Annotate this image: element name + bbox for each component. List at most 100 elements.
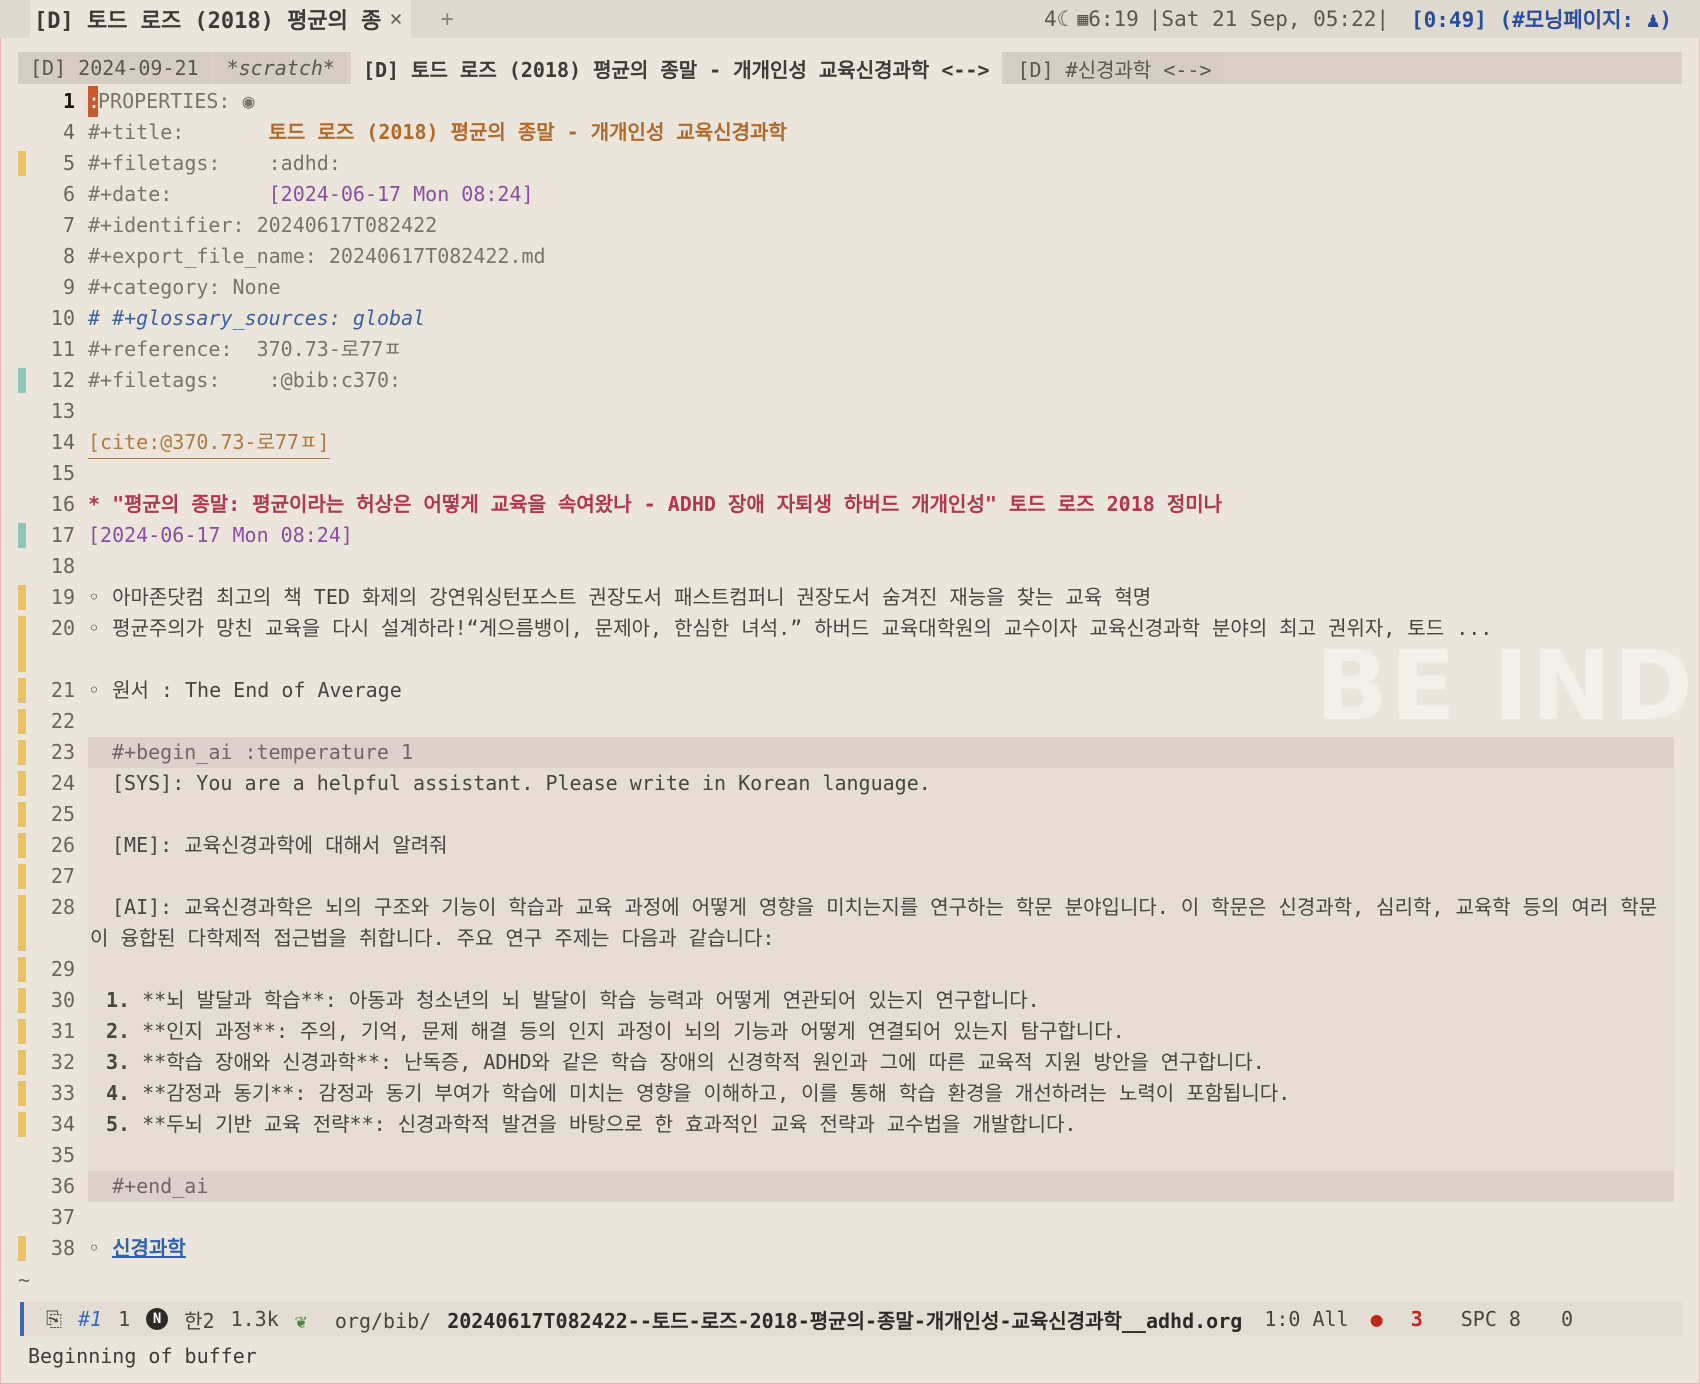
org-heading[interactable]: * "평균의 종말: 평균이라는 허상은 어떻게 교육을 속여왔나 - ADHD… (88, 489, 1222, 520)
end-ai-block: #+end_ai (112, 1174, 209, 1198)
filetags-line: #+filetags: :adhd: (88, 151, 341, 175)
workspace-tab-title: [D] 토드 로즈 (2018) 평균의 종 (34, 9, 382, 34)
editor-line: 8 #+export_file_name: 20240617T082422.md (0, 241, 1700, 272)
editor-line: 23 #+begin_ai :temperature 1 (0, 737, 1700, 768)
system-prompt: [SYS]: You are a helpful assistant. Plea… (112, 771, 931, 795)
line-number: 11 (50, 337, 75, 361)
editor-line: 18 (0, 551, 1700, 582)
editor-buffer[interactable]: 1 :PROPERTIES: ◉ 4 #+title: 토드 로즈 (2018)… (0, 86, 1700, 1264)
list-item: ◦ 아마존닷컴 최고의 책 TED 화제의 강연워싱턴포스트 권장도서 패스트컴… (88, 585, 1152, 609)
editor-line: 31 2. **인지 과정**: 주의, 기억, 문제 해결 등의 인지 과정이… (0, 1016, 1700, 1047)
bookmark-icon: ⎘ (46, 1307, 62, 1331)
git-gutter-marker (18, 802, 26, 827)
git-gutter-marker (18, 368, 26, 393)
file-path[interactable]: ❦ org/bib/20240617T082422--토드-로즈-2018-평균… (295, 1305, 1243, 1334)
editor-line: 10 # #+glossary_sources: global (0, 303, 1700, 334)
line-number: 19 (50, 585, 75, 609)
numbered-item: 4. **감정과 동기**: 감정과 동기 부여가 학습에 미치는 영향을 이해… (106, 1078, 1290, 1109)
line-number: 28 (50, 895, 75, 919)
new-tab-button[interactable]: + (441, 7, 454, 32)
github-notifications[interactable]: ● 3 (1371, 1307, 1439, 1331)
item-number: 5. (106, 1112, 131, 1136)
item-text: **학습 장애와 신경과학**: 난독증, ADHD와 같은 학습 장애의 신경… (142, 1050, 1265, 1074)
clock-task-text: [0:49] (#모닝페이지: (1411, 8, 1647, 32)
neuroscience-link[interactable]: 신경과학 (112, 1236, 186, 1260)
datetime-display: |Sat 21 Sep, 05:22| (1148, 7, 1389, 31)
clock-task: [0:49] (#모닝페이지: ♟) (1411, 4, 1672, 34)
line-number: 6 (62, 182, 75, 206)
end-of-buffer-tilde: ~ (18, 1268, 31, 1292)
path-file: 20240617T082422--토드-로즈-2018-평균의-종말-개개인성-… (447, 1308, 1243, 1333)
editor-line: 15 (0, 458, 1700, 489)
evil-normal-state-icon: N (146, 1308, 169, 1330)
document-title: 토드 로즈 (2018) 평균의 종말 - 개개인성 교육신경과학 (268, 120, 787, 144)
line-number: 22 (50, 709, 75, 733)
date-key: #+date: (88, 182, 269, 206)
drawer-toggle-icon[interactable]: ◉ (243, 89, 255, 113)
editor-line: 21 ◦ 원서 : The End of Average (0, 675, 1700, 706)
line-number: 30 (50, 988, 75, 1012)
block-delimiter-bg (88, 1171, 1674, 1202)
properties-drawer[interactable]: :PROPERTIES: ◉ (88, 86, 255, 117)
buffer-tab-bar: [D] 2024-09-21 *scratch* [D] 토드 로즈 (2018… (18, 52, 1682, 84)
mode-line: ⎘ #1 1 N 한2 1.3k ❦ org/bib/20240617T0824… (20, 1302, 1682, 1336)
line-number: 15 (50, 461, 75, 485)
heading-timestamp[interactable]: [2024-06-17 Mon 08:24] (88, 520, 353, 551)
workspace-tab[interactable]: [D] 토드 로즈 (2018) 평균의 종 × (30, 0, 411, 38)
line-number: 29 (50, 957, 75, 981)
line-number: 34 (50, 1112, 75, 1136)
line-number: 8 (62, 244, 75, 268)
user-prompt: [ME]: 교육신경과학에 대해서 알려줘 (112, 833, 448, 857)
line-number: 9 (62, 275, 75, 299)
git-gutter-marker (18, 709, 26, 734)
editor-line: 1 :PROPERTIES: ◉ (0, 86, 1700, 117)
export-filename-line: #+export_file_name: 20240617T082422.md (88, 244, 546, 268)
list-item: ◦ 평균주의가 망친 교육을 다시 설계하라!“게으름뱅이, 문제아, 한심한 … (88, 616, 1493, 640)
date-timestamp[interactable]: [2024-06-17 Mon 08:24] (269, 182, 534, 206)
top-tab-bar: [D] 토드 로즈 (2018) 평균의 종 × + 4 ☾ ▦ 6:19 |S… (0, 0, 1700, 38)
numbered-item: 2. **인지 과정**: 주의, 기억, 문제 해결 등의 인지 과정이 뇌의… (106, 1016, 1125, 1047)
editor-line: 13 (0, 396, 1700, 427)
item-text: **뇌 발달과 학습**: 아동과 청소년의 뇌 발달이 학습 능력과 어떻게 … (142, 988, 1040, 1012)
close-tab-icon[interactable]: × (389, 7, 402, 32)
editor-line: 25 (0, 799, 1700, 830)
item-number: 4. (106, 1081, 131, 1105)
line-number: 32 (50, 1050, 75, 1074)
sunrise-time: 6:19 (1088, 7, 1139, 31)
misc-counter: 0 (1560, 1307, 1574, 1331)
editor-line: 26 [ME]: 교육신경과학에 대해서 알려줘 (0, 830, 1700, 861)
buffer-tab-scratch[interactable]: *scratch* (214, 52, 347, 84)
line-number: 26 (50, 833, 75, 857)
line-number: 23 (50, 740, 75, 764)
mode-icon: ❦ (294, 1308, 307, 1333)
editor-line: 35 (0, 1140, 1700, 1171)
identifier-line: #+identifier: 20240617T082422 (88, 213, 438, 237)
editor-line: 37 (0, 1202, 1700, 1233)
citation-link[interactable]: [cite:@370.73-로77ㅍ] (88, 427, 330, 459)
git-gutter-marker (18, 523, 26, 548)
buffer-tab-neuroscience[interactable]: [D] #신경과학 <--> (1005, 52, 1224, 84)
editor-line: 9 #+category: None (0, 272, 1700, 303)
editor-line: 29 (0, 954, 1700, 985)
buffer-tab-current[interactable]: [D] 토드 로즈 (2018) 평균의 종말 - 개개인성 교육신경과학 <-… (350, 52, 1002, 84)
git-gutter-marker (18, 833, 26, 858)
line-number: 25 (50, 802, 75, 826)
github-count: 3 (1410, 1307, 1423, 1331)
github-icon: ● (1370, 1307, 1383, 1331)
git-gutter-marker (18, 895, 26, 951)
editor-line: 28 [AI]: 교육신경과학은 뇌의 구조와 기능이 학습과 교육 과정에 어… (0, 892, 1700, 954)
line-number: 21 (50, 678, 75, 702)
line-number: 24 (50, 771, 75, 795)
buffer-tab-daily[interactable]: [D] 2024-09-21 (18, 52, 211, 84)
sunrise-icon: ▦ (1077, 8, 1089, 30)
clock-task-end: ) (1659, 8, 1672, 32)
item-number: 2. (106, 1019, 131, 1043)
filetags-line: #+filetags: :@bib:c370: (88, 368, 402, 392)
buffer-size: 1.3k (230, 1307, 279, 1331)
text-cursor: : (88, 86, 100, 117)
git-gutter-marker (18, 957, 26, 982)
git-gutter-marker (18, 740, 26, 765)
workspace-number[interactable]: #1 (78, 1307, 102, 1331)
person-icon: ♟ (1646, 8, 1660, 32)
line-number: 36 (50, 1174, 75, 1198)
